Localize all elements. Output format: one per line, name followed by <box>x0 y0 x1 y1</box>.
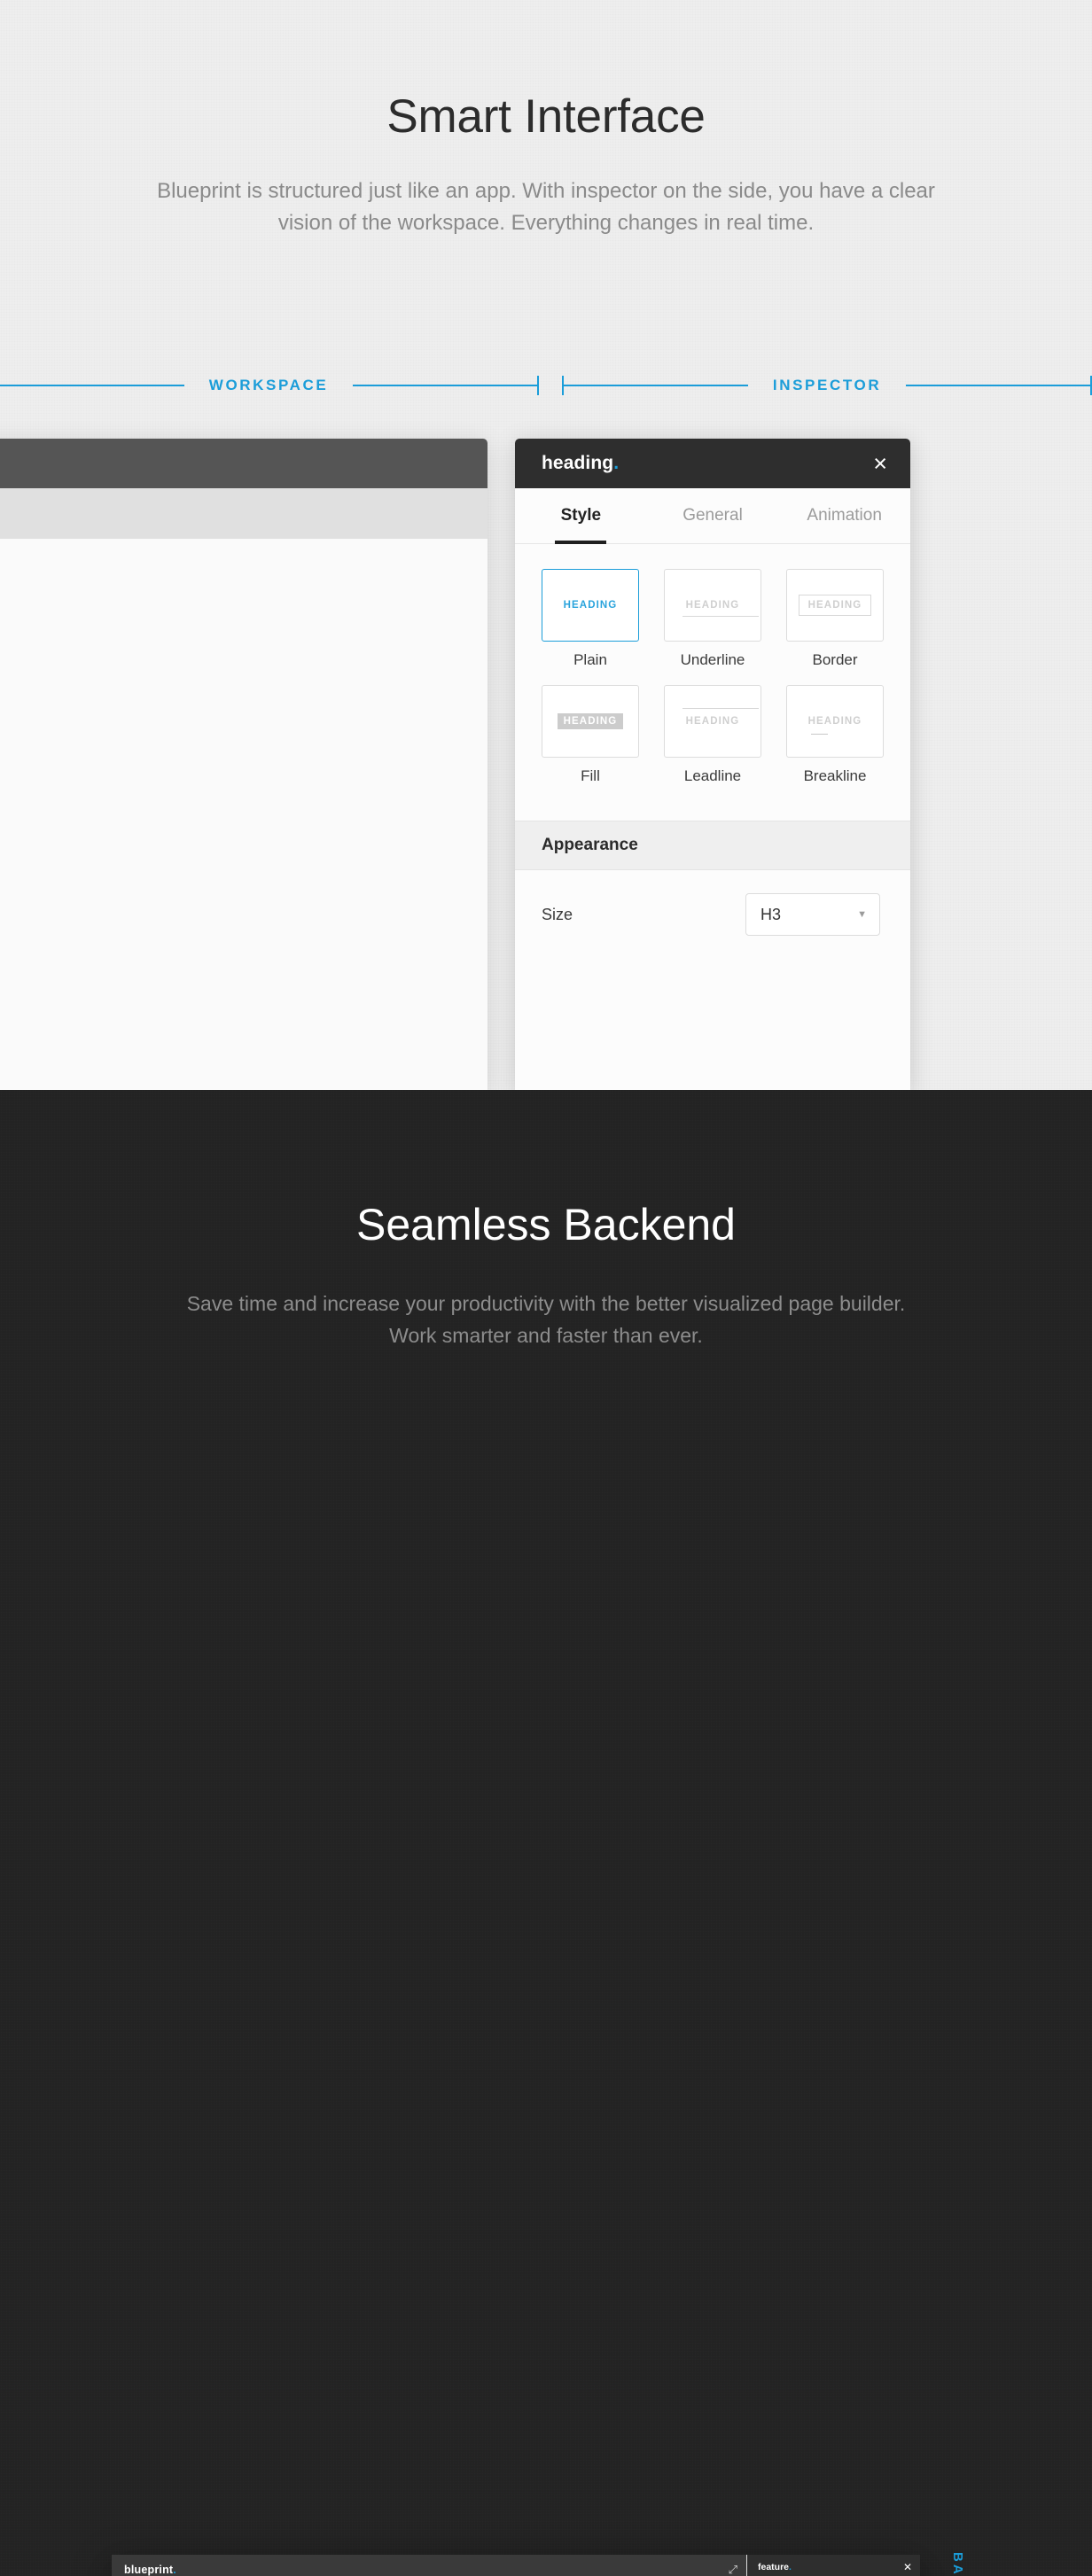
measure-line <box>906 385 1090 386</box>
app-logo-text: blueprint <box>124 2563 174 2576</box>
tab-general[interactable]: General <box>647 488 779 543</box>
backend-mockup-window[interactable]: blueprint. ⤢ Template Header Sidebar <box>112 2555 920 2576</box>
close-icon[interactable]: ✕ <box>903 2561 912 2573</box>
measure-line <box>0 385 184 386</box>
workspace-toolbar <box>0 488 488 539</box>
inspector-title-text: heading <box>542 453 614 473</box>
style-preset-label: Underline <box>680 651 745 668</box>
backend-main: blueprint. ⤢ Template Header Sidebar <box>112 2555 746 2576</box>
inspector-titlebar: heading. × <box>515 439 910 488</box>
swatch-text: HEADING <box>563 600 618 611</box>
style-preset-swatch[interactable]: HEADING <box>542 569 639 642</box>
style-preset-label: Plain <box>573 651 607 668</box>
style-preset-underline[interactable]: HEADING Underline <box>664 569 761 681</box>
measure-cap <box>537 376 540 395</box>
style-preset-label: Leadline <box>683 767 742 784</box>
style-preset-plain[interactable]: HEADING Plain <box>542 569 639 681</box>
backend-titlebar: blueprint. ⤢ <box>112 2555 746 2576</box>
style-preset-grid: HEADING Plain HEADING Underline HEADING … <box>515 544 910 821</box>
seamless-backend-section: Seamless Backend Save time and increase … <box>0 1090 1092 2576</box>
size-select[interactable]: H3 ▼ <box>745 893 880 936</box>
inspector-measure: INSPECTOR <box>562 376 1092 395</box>
swatch-text: HEADING <box>682 708 759 727</box>
tab-style[interactable]: Style <box>515 488 647 543</box>
swatch-text: HEADING <box>557 713 624 729</box>
measure-label-inspector: INSPECTOR <box>772 377 882 393</box>
swatch-text: HEADING <box>807 716 862 735</box>
section-title: Seamless Backend <box>355 1200 736 1249</box>
inspector-title-dot: . <box>613 453 620 473</box>
measure-line <box>353 385 538 386</box>
inspector-tabs: Style General Animation <box>515 488 910 544</box>
measure-line <box>564 385 748 386</box>
app-logo: blueprint. <box>124 2564 176 2576</box>
backend-inspector-title-dot: . <box>789 2561 792 2572</box>
backend-inspector-title-text: feature <box>758 2561 790 2572</box>
section-subtitle: Save time and increase your productivity… <box>186 1292 906 1348</box>
size-setting-row: Size H3 ▼ <box>515 870 910 936</box>
page-subtitle: Blueprint is structured just like an app… <box>157 179 935 236</box>
workspace-panel[interactable] <box>0 439 488 1090</box>
style-preset-label: Breakline <box>803 767 867 784</box>
close-icon[interactable]: × <box>873 451 887 476</box>
style-preset-label: Border <box>812 651 858 668</box>
swatch-text: HEADING <box>798 595 872 616</box>
smart-interface-header: Smart Interface Blueprint is structured … <box>0 0 1092 240</box>
rail-label-backend: BACKEND <box>950 2552 965 2576</box>
style-preset-swatch[interactable]: HEADING <box>786 569 884 642</box>
style-preset-swatch[interactable]: HEADING <box>542 685 639 758</box>
measure-bar: WORKSPACE INSPECTOR <box>0 368 1092 403</box>
inspector-title: heading. <box>542 453 619 474</box>
style-preset-label: Fill <box>581 767 600 784</box>
tab-animation[interactable]: Animation <box>778 488 910 543</box>
backend-inspector-titlebar: feature. ✕ <box>747 2555 920 2576</box>
style-preset-border[interactable]: HEADING Border <box>786 569 884 681</box>
backend-inspector-title: feature. <box>758 2562 792 2572</box>
page-title: Smart Interface <box>386 90 706 143</box>
style-preset-swatch[interactable]: HEADING <box>664 685 761 758</box>
style-preset-swatch[interactable]: HEADING <box>664 569 761 642</box>
expand-icon[interactable]: ⤢ <box>729 2563 737 2576</box>
backend-inspector-panel[interactable]: feature. ✕ Style General Animation Top <box>746 2555 920 2576</box>
workspace-measure: WORKSPACE <box>0 376 540 395</box>
appearance-section-heading: Appearance <box>515 821 910 870</box>
swatch-text: HEADING <box>682 600 759 617</box>
style-preset-fill[interactable]: HEADING Fill <box>542 685 639 798</box>
size-value: H3 <box>760 905 782 923</box>
inspector-panel[interactable]: heading. × Style General Animation HEADI… <box>515 439 910 1090</box>
smart-interface-section: Smart Interface Blueprint is structured … <box>0 0 1092 1090</box>
style-preset-swatch[interactable]: HEADING <box>786 685 884 758</box>
style-preset-breakline[interactable]: HEADING Breakline <box>786 685 884 798</box>
measure-label-workspace: WORKSPACE <box>208 377 329 393</box>
size-label: Size <box>542 905 573 923</box>
app-logo-dot: . <box>173 2563 176 2576</box>
chevron-down-icon: ▼ <box>857 909 867 920</box>
style-preset-leadline[interactable]: HEADING Leadline <box>664 685 761 798</box>
seamless-header: Seamless Backend Save time and increase … <box>0 1090 1092 1352</box>
workspace-titlebar <box>0 439 488 488</box>
rail-backend: BACKEND <box>950 2552 965 2576</box>
workspace-canvas[interactable] <box>0 539 488 1090</box>
